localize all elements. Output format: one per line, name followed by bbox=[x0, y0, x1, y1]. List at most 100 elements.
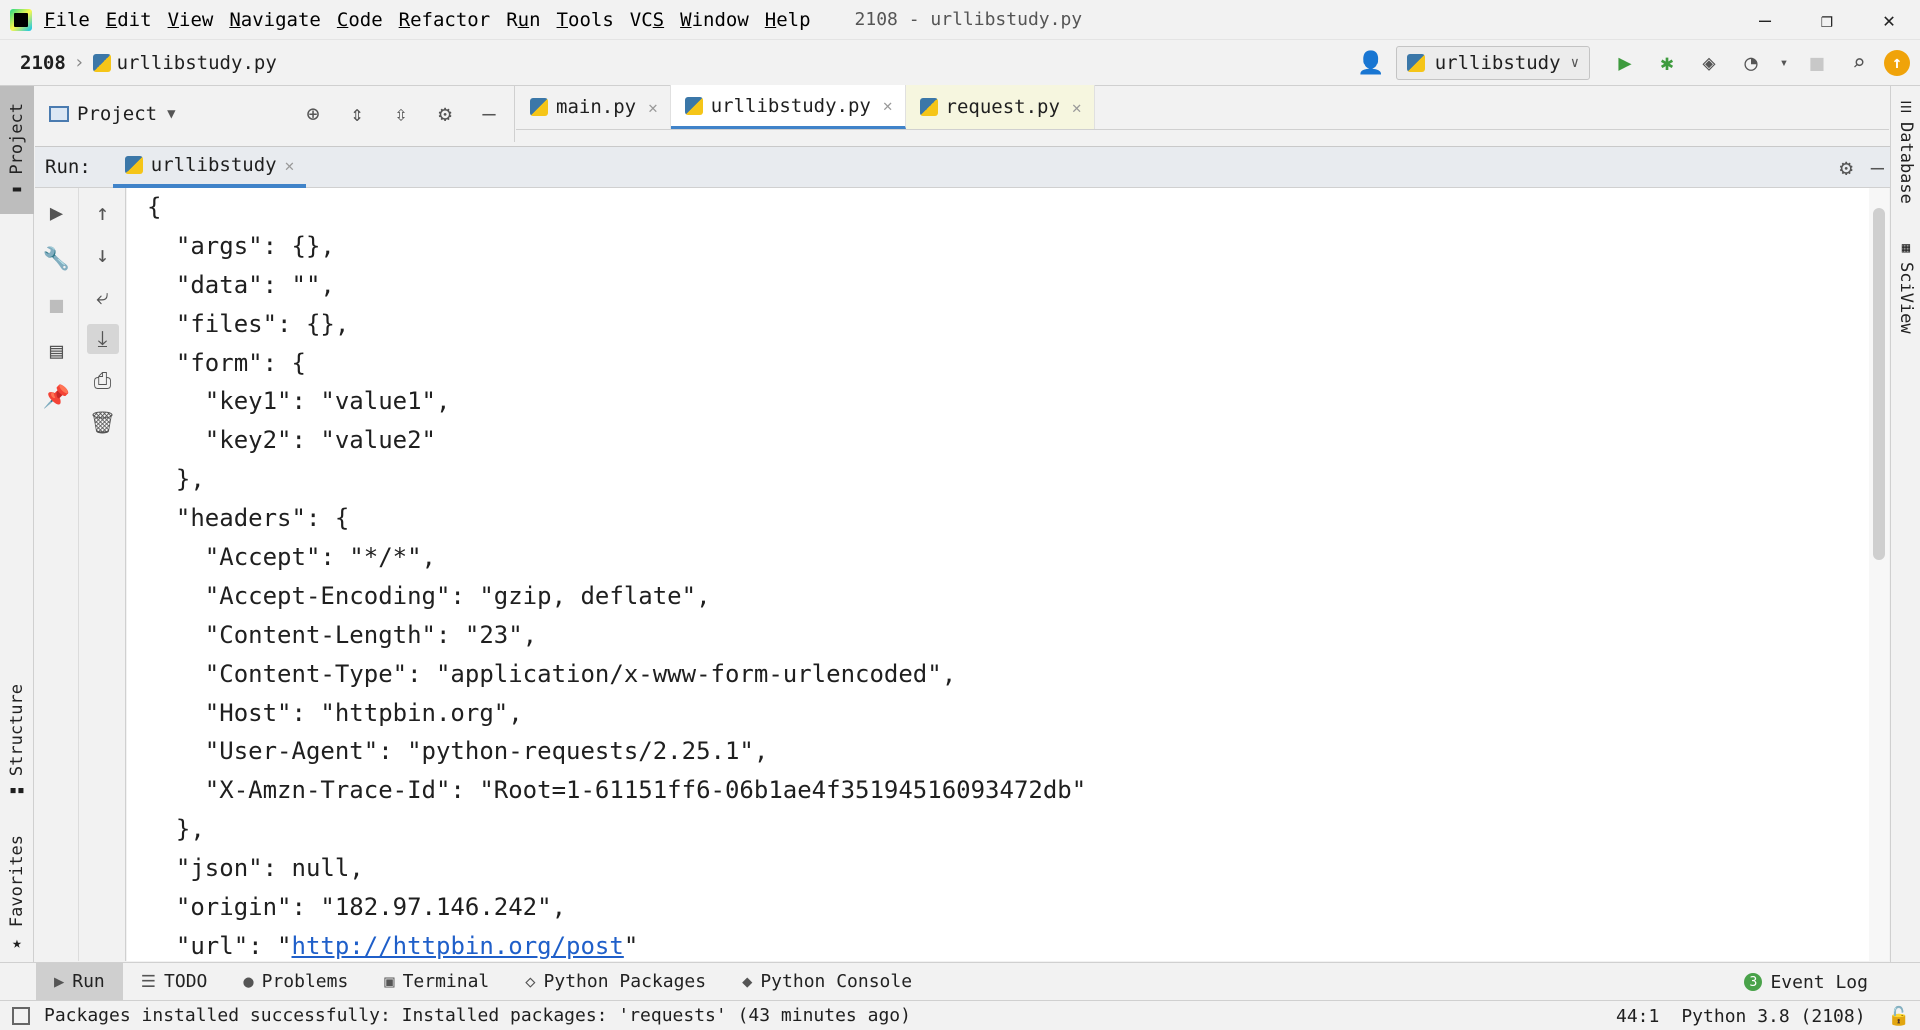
gear-icon[interactable]: ⚙ bbox=[1840, 156, 1853, 181]
more-run-options-icon[interactable]: ▾ bbox=[1776, 46, 1792, 80]
pin-icon[interactable]: 📌 bbox=[41, 382, 73, 412]
close-icon[interactable]: ✕ bbox=[883, 96, 893, 115]
console-scrollbar[interactable] bbox=[1869, 188, 1889, 961]
tool-tab-project[interactable]: Project ▬ bbox=[0, 86, 34, 214]
trash-icon[interactable]: 🗑 bbox=[87, 408, 119, 438]
bottom-tab-python-console[interactable]: ◆ Python Console bbox=[724, 963, 930, 1001]
close-icon[interactable]: ✕ bbox=[285, 156, 295, 175]
run-tab-label: urllibstudy bbox=[150, 154, 277, 176]
editor-tab-urllibstudy[interactable]: urllibstudy.py ✕ bbox=[670, 85, 906, 129]
run-tab-urllibstudy[interactable]: urllibstudy ✕ bbox=[112, 146, 307, 188]
tool-tab-sciview[interactable]: ▦ SciView bbox=[1891, 240, 1920, 334]
hide-panel-icon[interactable]: — bbox=[1871, 156, 1884, 181]
console-line: "Content-Type": "application/x-www-form-… bbox=[147, 659, 957, 688]
update-icon[interactable]: ↑ bbox=[1884, 50, 1910, 76]
run-icon[interactable]: ▶ bbox=[1608, 46, 1642, 80]
menu-navigate[interactable]: Navigate bbox=[229, 9, 321, 31]
bottom-tab-label: TODO bbox=[164, 971, 208, 992]
locate-file-icon[interactable]: ⊕ bbox=[298, 99, 328, 129]
menu-view[interactable]: View bbox=[168, 9, 214, 31]
user-account-icon[interactable]: 👤 bbox=[1354, 46, 1388, 80]
breadcrumb-project[interactable]: 2108 bbox=[20, 52, 66, 74]
coverage-icon[interactable]: ◈ bbox=[1692, 46, 1726, 80]
rerun-icon[interactable]: ▶ bbox=[41, 198, 73, 228]
minimize-icon[interactable]: — bbox=[1734, 0, 1796, 40]
console-line: "Content-Length": "23", bbox=[147, 620, 538, 649]
menu-code[interactable]: Code bbox=[337, 9, 383, 31]
structure-icon: ▪▪ bbox=[9, 782, 25, 798]
pycharm-logo-icon bbox=[10, 8, 32, 31]
project-panel-title[interactable]: Project bbox=[77, 103, 157, 125]
close-icon[interactable]: ✕ bbox=[648, 98, 658, 117]
interpreter-selector[interactable]: Python 3.8 (2108) bbox=[1681, 1006, 1865, 1027]
caret-position[interactable]: 44:1 bbox=[1616, 1006, 1659, 1027]
expand-all-icon[interactable]: ⇕ bbox=[342, 99, 372, 129]
layout-icon[interactable]: ▤ bbox=[41, 336, 73, 366]
tool-tab-favorites-label: Favorites bbox=[7, 834, 27, 928]
menu-window[interactable]: Window bbox=[680, 9, 749, 31]
sciview-icon: ▦ bbox=[1901, 240, 1911, 256]
window-controls: — ❐ ✕ bbox=[1734, 0, 1920, 40]
run-configuration-select[interactable]: urllibstudy ∨ bbox=[1395, 46, 1590, 80]
lock-icon[interactable]: 🔓 bbox=[1888, 1006, 1910, 1027]
menu-vcs[interactable]: VCS bbox=[630, 9, 664, 31]
status-message[interactable]: Packages installed successfully: Install… bbox=[44, 1005, 911, 1026]
console-line: "headers": { bbox=[147, 504, 350, 533]
console-line: }, bbox=[147, 465, 205, 494]
close-window-icon[interactable]: ✕ bbox=[1858, 0, 1920, 40]
navigation-bar: 2108 › urllibstudy.py 👤 urllibstudy ∨ ▶ … bbox=[0, 40, 1920, 86]
menu-tools[interactable]: Tools bbox=[557, 9, 614, 31]
python-file-icon bbox=[124, 156, 143, 174]
search-icon[interactable]: ⌕ bbox=[1842, 46, 1876, 80]
menu-refactor[interactable]: Refactor bbox=[399, 9, 491, 31]
wrench-icon[interactable]: 🔧 bbox=[41, 244, 73, 274]
tool-tab-database[interactable]: ☰ Database bbox=[1891, 100, 1920, 204]
restore-icon[interactable]: ❐ bbox=[1796, 0, 1858, 40]
chevron-down-icon: ∨ bbox=[1570, 55, 1579, 71]
run-console-output[interactable]: { "args": {}, "data": "", "files": {}, "… bbox=[127, 188, 1869, 961]
close-icon[interactable]: ✕ bbox=[1072, 98, 1082, 117]
run-configuration-label: urllibstudy bbox=[1434, 52, 1561, 74]
console-line: "User-Agent": "python-requests/2.25.1", bbox=[147, 737, 769, 766]
chevron-down-icon[interactable]: ▼ bbox=[167, 106, 175, 122]
editor-tab-label: request.py bbox=[945, 96, 1060, 118]
scrollbar-thumb[interactable] bbox=[1873, 208, 1885, 560]
scroll-to-end-icon[interactable]: ⤓ bbox=[86, 324, 119, 354]
editor-tab-main[interactable]: main.py ✕ bbox=[516, 85, 671, 129]
tool-tab-favorites[interactable]: Favorites ★ bbox=[0, 826, 34, 961]
stop-icon[interactable]: ■ bbox=[41, 290, 73, 320]
run-icon: ▶ bbox=[54, 971, 65, 992]
hide-panel-icon[interactable]: — bbox=[474, 99, 504, 129]
editor-tab-request[interactable]: request.py ✕ bbox=[905, 85, 1095, 129]
tool-tab-structure[interactable]: Structure ▪▪ bbox=[0, 676, 34, 806]
menu-run[interactable]: Run bbox=[506, 9, 540, 31]
breadcrumb-file[interactable]: urllibstudy.py bbox=[117, 52, 277, 74]
bottom-tab-problems[interactable]: ● Problems bbox=[225, 963, 366, 1001]
gear-icon[interactable]: ⚙ bbox=[430, 99, 460, 129]
list-icon: ☰ bbox=[140, 971, 157, 992]
stop-icon[interactable]: ■ bbox=[1800, 46, 1834, 80]
collapse-all-icon[interactable]: ⇳ bbox=[386, 99, 416, 129]
menu-help[interactable]: Help bbox=[765, 9, 811, 31]
arrow-up-icon[interactable]: ↑ bbox=[87, 198, 119, 228]
bottom-tab-run[interactable]: ▶ Run bbox=[36, 962, 123, 1001]
bottom-tab-event-log[interactable]: 3 Event Log bbox=[1726, 963, 1886, 1001]
event-count-badge: 3 bbox=[1744, 973, 1763, 991]
bottom-tab-terminal[interactable]: ▣ Terminal bbox=[366, 963, 507, 1001]
console-line: "data": "", bbox=[147, 270, 335, 299]
tool-tab-structure-label: Structure bbox=[7, 684, 27, 777]
profile-icon[interactable]: ◔ bbox=[1734, 46, 1768, 80]
print-icon[interactable]: ⎙ bbox=[87, 366, 119, 396]
menu-edit[interactable]: Edit bbox=[106, 9, 152, 31]
soft-wrap-icon[interactable]: ⤶ bbox=[87, 282, 119, 312]
toggle-tool-windows-icon[interactable] bbox=[12, 1006, 30, 1025]
python-file-icon bbox=[684, 96, 703, 115]
bottom-tab-python-packages[interactable]: ◇ Python Packages bbox=[507, 963, 724, 1001]
arrow-down-icon[interactable]: ↓ bbox=[87, 240, 119, 270]
bottom-tab-todo[interactable]: ☰ TODO bbox=[123, 963, 226, 1001]
console-line: "key2": "value2" bbox=[147, 426, 436, 455]
python-file-icon bbox=[92, 53, 111, 72]
menu-file[interactable]: File bbox=[44, 9, 90, 31]
debug-icon[interactable]: ✱ bbox=[1650, 46, 1684, 80]
console-url-link[interactable]: http://httpbin.org/post bbox=[292, 932, 624, 960]
